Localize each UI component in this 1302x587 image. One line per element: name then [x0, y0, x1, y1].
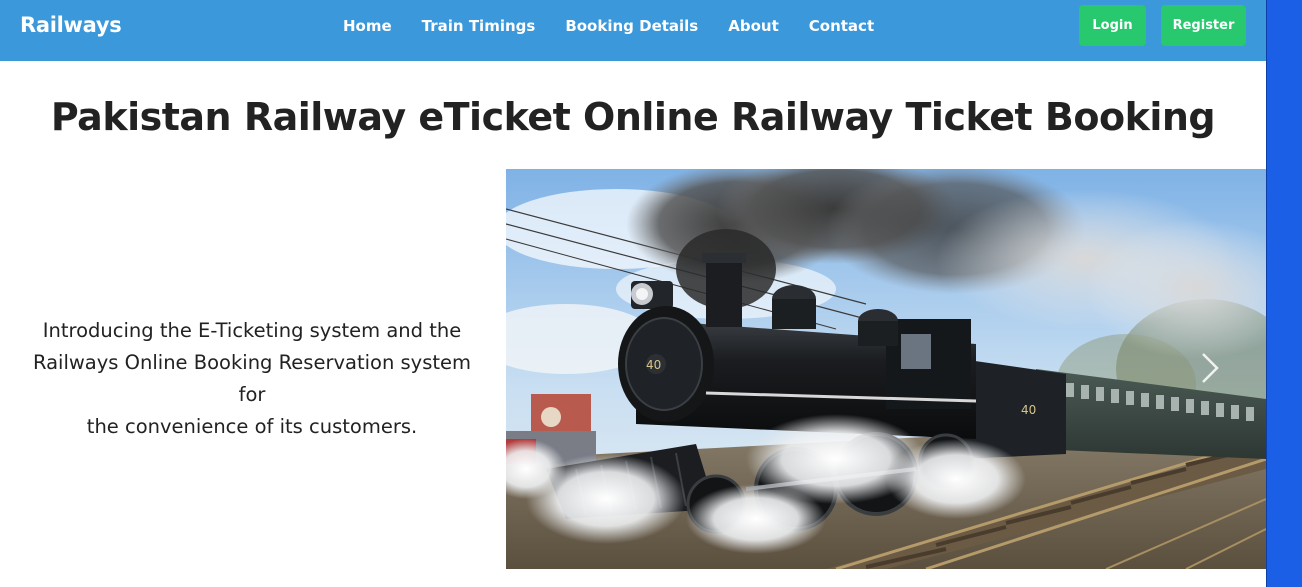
right-edge-strip — [1266, 0, 1302, 587]
nav-link-home[interactable]: Home — [343, 17, 392, 35]
hero-image: 40 40 — [506, 169, 1266, 569]
chevron-right-icon[interactable] — [1195, 350, 1225, 386]
brand-logo[interactable]: Railways — [20, 13, 122, 37]
locomotive-number-tender: 40 — [1021, 403, 1036, 417]
nav-link-about[interactable]: About — [728, 17, 779, 35]
page-title: Pakistan Railway eTicket Online Railway … — [50, 95, 1216, 139]
page: Railways Home Train Timings Booking Deta… — [0, 0, 1266, 587]
intro-text: Introducing the E-Ticketing system and t… — [22, 315, 482, 443]
nav-link-contact[interactable]: Contact — [809, 17, 874, 35]
nav-links: Home Train Timings Booking Details About… — [343, 17, 904, 35]
login-button[interactable]: Login — [1079, 5, 1146, 46]
nav-link-train-timings[interactable]: Train Timings — [422, 17, 536, 35]
intro-line: Introducing the E-Ticketing system and t… — [42, 319, 462, 342]
navbar: Railways Home Train Timings Booking Deta… — [0, 0, 1266, 61]
intro-line: Railways Online Booking Reservation syst… — [32, 351, 472, 406]
register-button[interactable]: Register — [1161, 5, 1246, 46]
intro-line: the convenience of its customers. — [86, 415, 418, 438]
locomotive-number-front: 40 — [646, 358, 661, 372]
nav-link-booking-details[interactable]: Booking Details — [565, 17, 698, 35]
